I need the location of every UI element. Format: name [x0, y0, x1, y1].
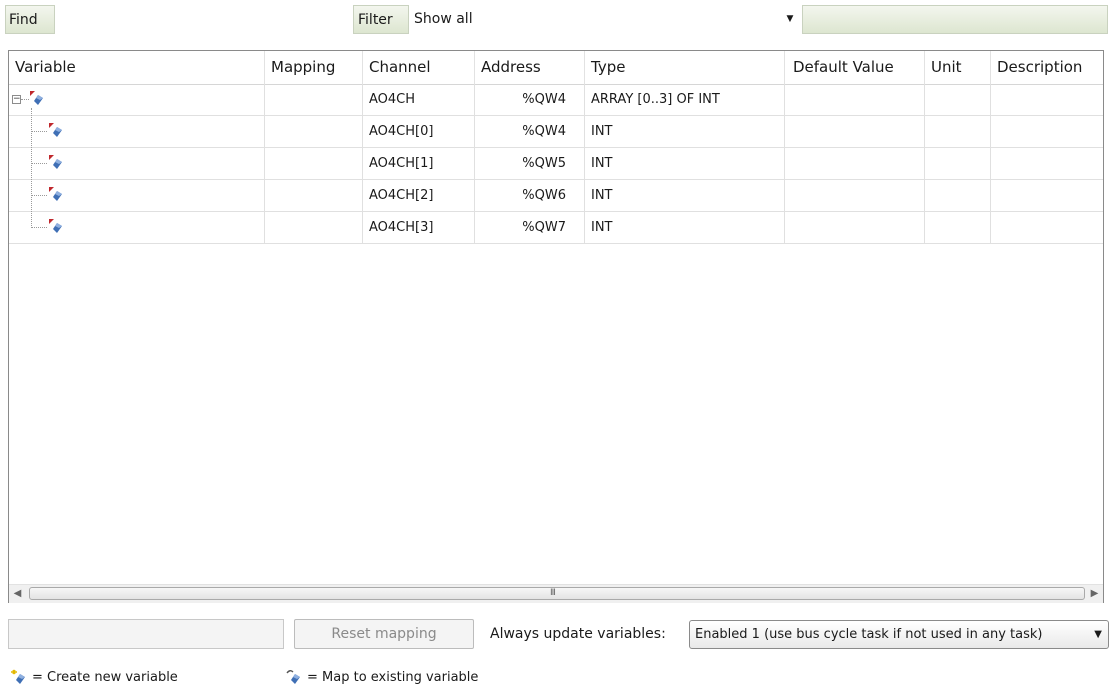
cell-mapping[interactable]	[265, 212, 363, 243]
cell-address: %QW5	[475, 148, 585, 179]
reset-mapping-button[interactable]: Reset mapping	[294, 619, 474, 649]
cell-variable[interactable]: −	[9, 84, 265, 115]
table-header: Variable Mapping Channel Address Type De…	[9, 51, 1103, 85]
scroll-thumb[interactable]: III	[29, 587, 1085, 600]
always-update-label: Always update variables:	[490, 626, 666, 642]
cell-default-value[interactable]	[785, 116, 925, 147]
cell-mapping[interactable]	[265, 116, 363, 147]
cell-variable[interactable]	[9, 148, 265, 179]
cell-default-value[interactable]	[785, 84, 925, 115]
cell-type: INT	[585, 148, 785, 179]
variable-mapping-icon[interactable]	[47, 153, 65, 171]
toolbar-right-field	[802, 5, 1108, 34]
column-header-mapping[interactable]: Mapping	[265, 51, 363, 84]
table-row[interactable]: AO4CH[2] %QW6 INT	[9, 180, 1103, 212]
column-header-unit[interactable]: Unit	[925, 51, 991, 84]
filter-dropdown-arrow-icon[interactable]: ▼	[780, 5, 800, 34]
cell-description	[991, 180, 1103, 211]
scroll-right-icon[interactable]: ▶	[1086, 585, 1103, 603]
cell-default-value[interactable]	[785, 180, 925, 211]
cell-mapping[interactable]	[265, 148, 363, 179]
cell-address: %QW7	[475, 212, 585, 243]
table-row[interactable]: AO4CH[1] %QW5 INT	[9, 148, 1103, 180]
horizontal-scrollbar[interactable]: ◀ III ▶	[9, 584, 1103, 603]
legend-map-text: = Map to existing variable	[307, 670, 479, 685]
always-update-select[interactable]: Enabled 1 (use bus cycle task if not use…	[689, 620, 1109, 649]
table-row[interactable]: − AO4CH %QW4 ARRAY [0..3] OF INT	[9, 84, 1103, 116]
chevron-down-icon[interactable]: ▼	[1094, 621, 1102, 648]
column-header-channel[interactable]: Channel	[363, 51, 475, 84]
find-label: Find	[5, 5, 55, 34]
cell-unit	[925, 148, 991, 179]
legend-create-text: = Create new variable	[32, 670, 178, 685]
tree-line	[31, 163, 47, 164]
cell-unit	[925, 84, 991, 115]
create-variable-icon	[11, 669, 25, 684]
filter-select-value: Show all	[414, 11, 473, 27]
cell-variable[interactable]	[9, 116, 265, 147]
filter-select[interactable]: Show all	[410, 5, 802, 34]
tree-line	[31, 195, 47, 196]
scroll-left-icon[interactable]: ◀	[9, 585, 26, 603]
cell-type: ARRAY [0..3] OF INT	[585, 84, 785, 115]
cell-unit	[925, 180, 991, 211]
variable-mapping-icon[interactable]	[47, 121, 65, 139]
table-row[interactable]: AO4CH[0] %QW4 INT	[9, 116, 1103, 148]
cell-unit	[925, 116, 991, 147]
cell-unit	[925, 212, 991, 243]
table-row[interactable]: AO4CH[3] %QW7 INT	[9, 212, 1103, 244]
variable-mapping-icon[interactable]	[47, 185, 65, 203]
cell-description	[991, 148, 1103, 179]
cell-channel: AO4CH	[363, 84, 475, 115]
cell-type: INT	[585, 212, 785, 243]
collapse-icon[interactable]: −	[12, 95, 21, 104]
variable-mapping-icon[interactable]	[47, 217, 65, 235]
cell-variable[interactable]	[9, 180, 265, 211]
cell-mapping[interactable]	[265, 180, 363, 211]
cell-type: INT	[585, 116, 785, 147]
cell-channel: AO4CH[3]	[363, 212, 475, 243]
cell-variable[interactable]	[9, 212, 265, 243]
cell-channel: AO4CH[2]	[363, 180, 475, 211]
column-header-address[interactable]: Address	[475, 51, 585, 84]
cell-type: INT	[585, 180, 785, 211]
column-header-variable[interactable]: Variable	[9, 51, 265, 84]
variable-mapping-icon[interactable]	[28, 89, 46, 107]
cell-default-value[interactable]	[785, 148, 925, 179]
tree-line	[31, 108, 32, 226]
filter-label: Filter	[353, 5, 409, 34]
cell-description	[991, 212, 1103, 243]
cell-channel: AO4CH[0]	[363, 116, 475, 147]
cell-mapping[interactable]	[265, 84, 363, 115]
tree-line	[31, 131, 47, 132]
cell-default-value[interactable]	[785, 212, 925, 243]
column-header-type[interactable]: Type	[585, 51, 785, 84]
tree-line	[31, 227, 47, 228]
find-input[interactable]	[56, 5, 352, 34]
cell-channel: AO4CH[1]	[363, 148, 475, 179]
cell-address: %QW4	[475, 116, 585, 147]
always-update-value: Enabled 1 (use bus cycle task if not use…	[695, 627, 1043, 642]
cell-description	[991, 116, 1103, 147]
column-header-description[interactable]: Description	[991, 51, 1103, 84]
cell-address: %QW6	[475, 180, 585, 211]
scroll-grip: III	[550, 588, 556, 598]
map-existing-variable-icon	[286, 670, 300, 684]
column-header-default-value[interactable]: Default Value	[785, 51, 925, 84]
cell-description	[991, 84, 1103, 115]
status-field	[8, 619, 284, 649]
cell-address: %QW4	[475, 84, 585, 115]
